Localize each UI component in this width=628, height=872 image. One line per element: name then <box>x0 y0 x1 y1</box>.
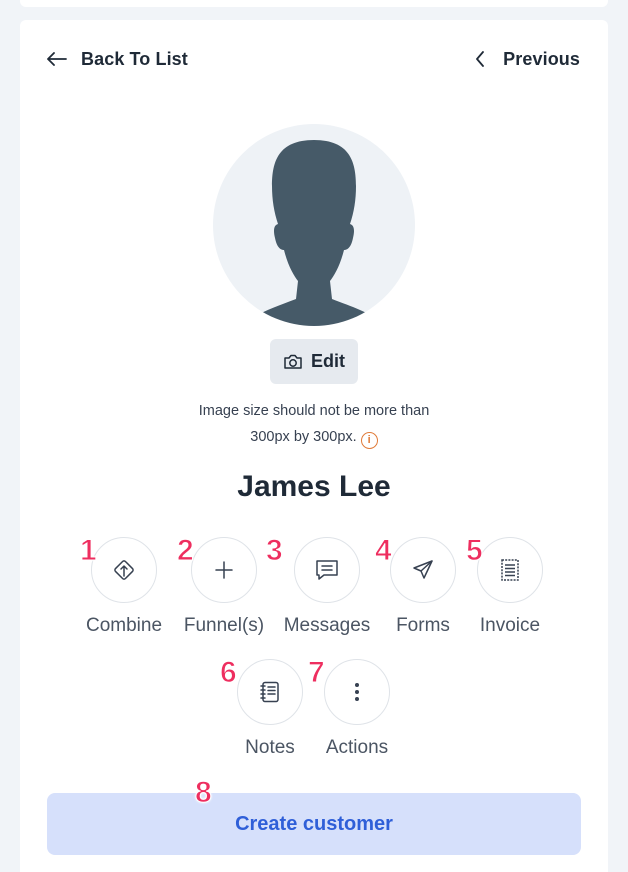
annotation-badge-4: 4 <box>375 534 393 568</box>
notes-icon <box>260 681 279 703</box>
previous-card-edge <box>20 0 608 7</box>
avatar <box>213 124 415 326</box>
contact-name: James Lee <box>237 470 391 503</box>
send-icon <box>413 560 433 579</box>
back-to-list-label: Back To List <box>81 48 188 69</box>
image-size-hint-line2: 300px by 300px. <box>250 429 357 445</box>
messages-label: Messages <box>283 615 371 636</box>
messages-button[interactable] <box>294 537 360 603</box>
plus-icon <box>215 561 233 579</box>
chevron-left-icon <box>476 51 485 67</box>
annotation-badge-3: 3 <box>266 534 284 568</box>
annotation-badge-8: 8 <box>195 776 213 810</box>
annotation-badge-2: 2 <box>177 534 195 568</box>
notes-button[interactable] <box>237 659 303 725</box>
invoice-icon <box>501 559 519 581</box>
annotation-badge-6: 6 <box>220 656 238 690</box>
previous-link[interactable]: Previous <box>475 47 580 71</box>
person-silhouette-icon <box>242 140 386 326</box>
invoice-button[interactable] <box>477 537 543 603</box>
messages-action[interactable]: Messages <box>277 537 377 637</box>
more-actions-label: Actions <box>325 737 389 758</box>
create-customer-button[interactable]: Create customer <box>47 793 581 855</box>
invoice-label: Invoice <box>479 615 541 636</box>
image-size-hint-line1: Image size should not be more than <box>198 403 430 419</box>
annotation-badge-5: 5 <box>466 534 484 568</box>
back-to-list-link[interactable]: Back To List <box>47 47 188 71</box>
edit-photo-label: Edit <box>311 351 345 371</box>
forms-label: Forms <box>396 615 450 636</box>
funnels-button[interactable] <box>191 537 257 603</box>
edit-photo-button[interactable]: Edit <box>270 339 358 384</box>
arrow-left-icon <box>47 52 67 66</box>
info-icon[interactable]: i <box>360 432 378 449</box>
notes-label: Notes <box>245 737 295 758</box>
combine-button[interactable] <box>91 537 157 603</box>
annotation-badge-7: 7 <box>308 656 326 690</box>
image-size-hint: Image size should not be more than 300px… <box>164 398 464 450</box>
funnels-label: Funnel(s) <box>183 615 265 636</box>
more-actions-button[interactable] <box>324 659 390 725</box>
camera-icon <box>284 354 302 369</box>
message-icon <box>316 560 338 580</box>
previous-label: Previous <box>503 48 580 69</box>
combine-label: Combine <box>85 615 163 636</box>
annotation-badge-1: 1 <box>80 534 98 568</box>
combine-icon <box>114 560 134 580</box>
forms-button[interactable] <box>390 537 456 603</box>
more-vertical-icon <box>355 683 359 701</box>
